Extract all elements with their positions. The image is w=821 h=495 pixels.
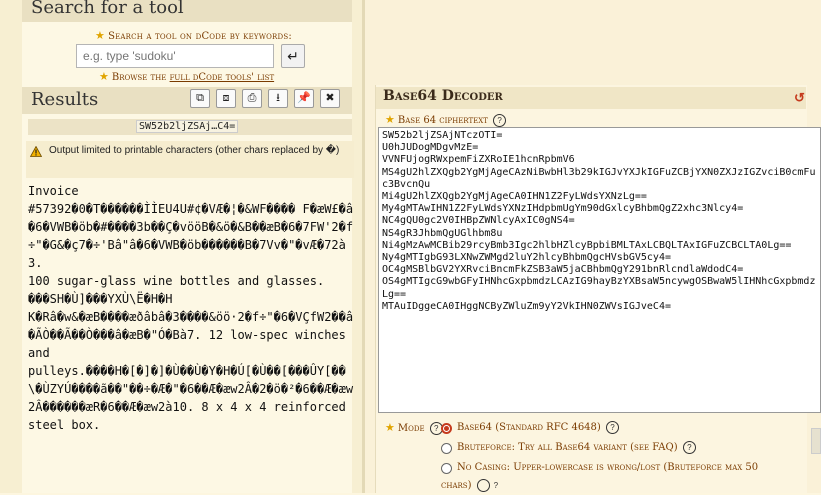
help-icon[interactable]: ? — [476, 479, 498, 492]
mode-label-text: Mode — [397, 423, 425, 434]
star-icon: ★ — [385, 113, 395, 126]
option-bruteforce[interactable]: Bruteforce: Try all Base64 variant (see … — [457, 439, 696, 457]
option-standard-label: Base64 (Standard RFC 4648) — [457, 422, 601, 433]
browse-prefix: Browse the — [111, 72, 170, 83]
browse-all-tools-link[interactable]: full dCode tools' list — [170, 72, 275, 83]
search-submit-button[interactable]: ↵ — [281, 44, 305, 68]
close-results-button[interactable]: ✖ — [320, 89, 340, 108]
pin-button[interactable]: 📌 — [294, 89, 314, 108]
ciphertext-label-text: Base 64 ciphertext — [397, 115, 488, 126]
enter-icon: ↵ — [287, 48, 299, 64]
result-source-tag: SW52b2ljZSAj…C4= — [28, 119, 352, 135]
mode-label: ★ Mode ? — [385, 421, 443, 435]
copy-button[interactable]: ⧉ — [190, 89, 210, 108]
print-button[interactable]: ⎙ — [242, 89, 262, 108]
search-title: Search for a tool — [31, 0, 184, 18]
help-icon[interactable]: ? — [493, 114, 507, 127]
option-no-casing[interactable]: No Casing: Upper-lowercase is wrong/lost… — [441, 459, 786, 495]
radio-mode-standard[interactable] — [441, 423, 452, 434]
copy-all-button[interactable]: ⧈ — [216, 89, 236, 108]
option-bruteforce-label: Bruteforce: Try all Base64 variant (see … — [457, 442, 678, 453]
warning-text: Output limited to printable characters (… — [49, 145, 340, 156]
star-icon: ★ — [95, 29, 106, 42]
keywords-label: ★ Search a tool on dCode by keywords: — [95, 29, 292, 42]
search-input[interactable] — [76, 44, 274, 68]
scrollbar[interactable] — [811, 428, 821, 454]
keywords-label-text: Search a tool on dCode by keywords: — [108, 31, 292, 42]
help-icon[interactable]: ? — [682, 441, 696, 454]
star-icon: ★ — [385, 421, 395, 434]
warning-icon — [30, 146, 42, 157]
option-standard[interactable]: Base64 (Standard RFC 4648) ? — [457, 419, 619, 437]
result-output: Invoice #57392�0�T������ÌÌEU4U#¢�VÆ�¦�&W… — [28, 184, 354, 432]
result-source-label[interactable]: SW52b2ljZSAj…C4= — [136, 120, 239, 133]
results-title: Results — [31, 89, 99, 110]
star-icon: ★ — [99, 70, 109, 83]
radio-mode-bruteforce[interactable] — [441, 443, 452, 454]
browse-link-row: ★ Browse the full dCode tools' list — [99, 70, 274, 83]
decoder-title: Base64 Decoder — [383, 88, 503, 104]
ciphertext-label: ★ Base 64 ciphertext ? — [385, 113, 507, 127]
ciphertext-textarea[interactable]: SW52b2ljZSAjNTczOTI= U0hJUDogMDgvMzE= VV… — [378, 127, 821, 413]
help-icon[interactable]: ? — [606, 421, 619, 434]
refresh-icon[interactable]: ↺ — [794, 90, 805, 106]
download-button[interactable]: ⭳ — [268, 89, 288, 108]
